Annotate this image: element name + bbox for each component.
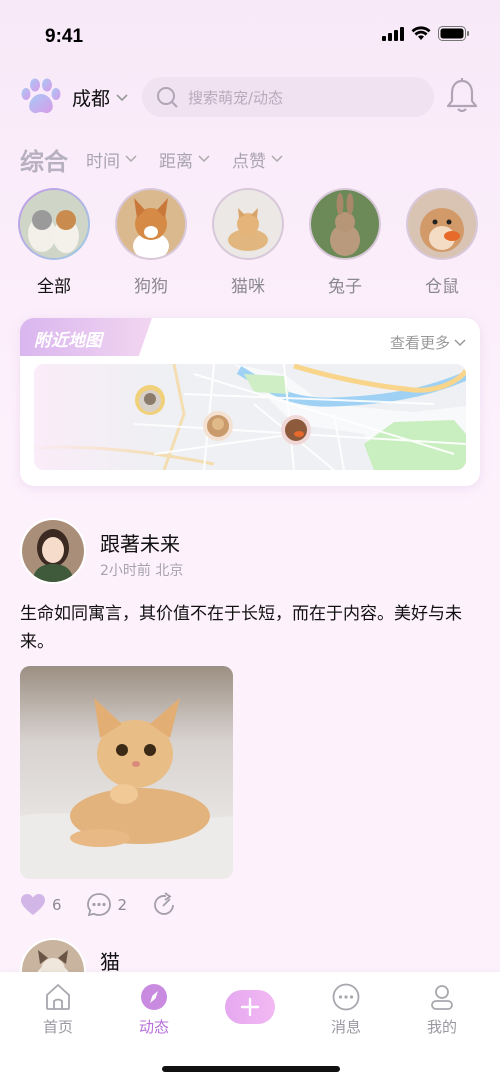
signal-icon	[382, 26, 404, 41]
filter-bar: 综合 时间 距离 点赞	[20, 142, 480, 177]
tab-bar: 首页 动态 消息 我的	[0, 972, 500, 1082]
map-more-label: 查看更多	[389, 334, 450, 352]
city-label: 成都	[72, 88, 111, 110]
map-pin-cat[interactable]	[134, 384, 166, 416]
category-label: 仓鼠	[425, 277, 459, 297]
tab-home-label: 首页	[42, 1018, 73, 1036]
map-title: 附近地图	[20, 318, 152, 356]
tab-home[interactable]: 首页	[18, 982, 98, 1037]
category-rabbit[interactable]: 兔子	[309, 188, 381, 297]
category-all[interactable]: 全部	[18, 188, 90, 297]
chevron-down-icon	[116, 93, 128, 101]
category-label: 狗狗	[134, 277, 168, 297]
status-time: 9:41	[45, 26, 84, 47]
page: 9:41 成都 搜索萌宠/动态 综合 时间 距离 点赞 全部 狗狗 猫咪 兔子 …	[0, 0, 500, 1082]
add-post-button[interactable]	[225, 990, 275, 1024]
tab-messages-label: 消息	[330, 1018, 361, 1036]
filter-time[interactable]: 时间	[86, 147, 137, 172]
header: 成都 搜索萌宠/动态	[0, 75, 500, 119]
filter-time-label: 时间	[86, 151, 120, 172]
rabbit-photo	[311, 190, 379, 258]
wifi-icon	[411, 26, 431, 40]
chevron-down-icon	[198, 155, 210, 163]
tab-mine-label: 我的	[426, 1018, 457, 1036]
corgi-photo	[117, 190, 185, 258]
filter-likes-label: 点赞	[232, 151, 266, 172]
post-text: 生命如同寓言，其价值不在于长短，而在于内容。美好与未来。	[20, 604, 462, 652]
tab-feed[interactable]: 动态	[114, 982, 194, 1037]
share-button[interactable]	[151, 892, 177, 918]
category-dog[interactable]: 狗狗	[115, 188, 187, 297]
map-pin-cat2[interactable]	[202, 410, 234, 442]
plus-icon	[240, 997, 260, 1017]
cat-dog-photo	[20, 190, 88, 258]
map-pin-hamster[interactable]	[280, 414, 312, 446]
search-input[interactable]: 搜索萌宠/动态	[142, 77, 434, 117]
share-icon	[154, 892, 174, 915]
comment-icon	[86, 893, 111, 917]
map-more-link[interactable]: 查看更多	[390, 332, 466, 353]
filter-distance-label: 距离	[159, 151, 193, 172]
chevron-down-icon	[454, 338, 466, 346]
search-placeholder: 搜索萌宠/动态	[188, 88, 284, 107]
status-icons	[382, 26, 470, 41]
status-bar: 9:41	[0, 0, 500, 70]
tab-messages[interactable]: 消息	[306, 982, 386, 1037]
home-indicator	[162, 1066, 340, 1072]
tab-mine[interactable]: 我的	[402, 982, 482, 1037]
category-label: 全部	[37, 277, 71, 297]
category-cat[interactable]: 猫咪	[212, 188, 284, 297]
battery-icon	[438, 26, 469, 41]
filter-main[interactable]: 综合	[20, 142, 68, 177]
comment-count: 2	[117, 896, 128, 914]
compass-icon	[141, 984, 167, 1010]
chat-icon	[332, 983, 360, 1011]
post-photo[interactable]	[20, 666, 233, 879]
filter-likes[interactable]: 点赞	[232, 147, 283, 172]
bell-icon[interactable]	[446, 77, 478, 115]
user-icon	[431, 985, 453, 1010]
category-list: 全部 狗狗 猫咪 兔子 仓鼠	[18, 188, 490, 297]
category-label: 兔子	[328, 277, 362, 297]
cat-photo	[214, 190, 282, 258]
chevron-down-icon	[271, 155, 283, 163]
like-count: 6	[52, 896, 62, 914]
post-username[interactable]: 跟著未来	[100, 528, 180, 557]
chevron-down-icon	[125, 155, 137, 163]
tab-feed-label: 动态	[138, 1018, 169, 1036]
comment-button[interactable]: 2	[86, 892, 128, 918]
tab-add[interactable]	[210, 982, 290, 1037]
heart-icon	[21, 894, 45, 915]
city-selector[interactable]: 成都	[72, 84, 128, 111]
hamster-photo	[408, 190, 476, 258]
post-meta: 2小时前 北京	[100, 563, 184, 579]
category-label: 猫咪	[231, 277, 265, 297]
nearby-map-card[interactable]: 附近地图 查看更多	[20, 318, 480, 486]
avatar[interactable]	[20, 518, 86, 584]
post-actions: 6 2	[20, 892, 177, 918]
category-hamster[interactable]: 仓鼠	[406, 188, 478, 297]
filter-distance[interactable]: 距离	[159, 147, 210, 172]
post-card: 跟著未来 2小时前 北京 生命如同寓言，其价值不在于长短，而在于内容。美好与未来…	[20, 518, 480, 917]
search-icon	[157, 87, 178, 108]
like-button[interactable]: 6	[20, 893, 62, 917]
paw-logo-icon	[21, 78, 61, 114]
home-icon	[46, 984, 70, 1010]
map-view[interactable]	[34, 364, 466, 470]
